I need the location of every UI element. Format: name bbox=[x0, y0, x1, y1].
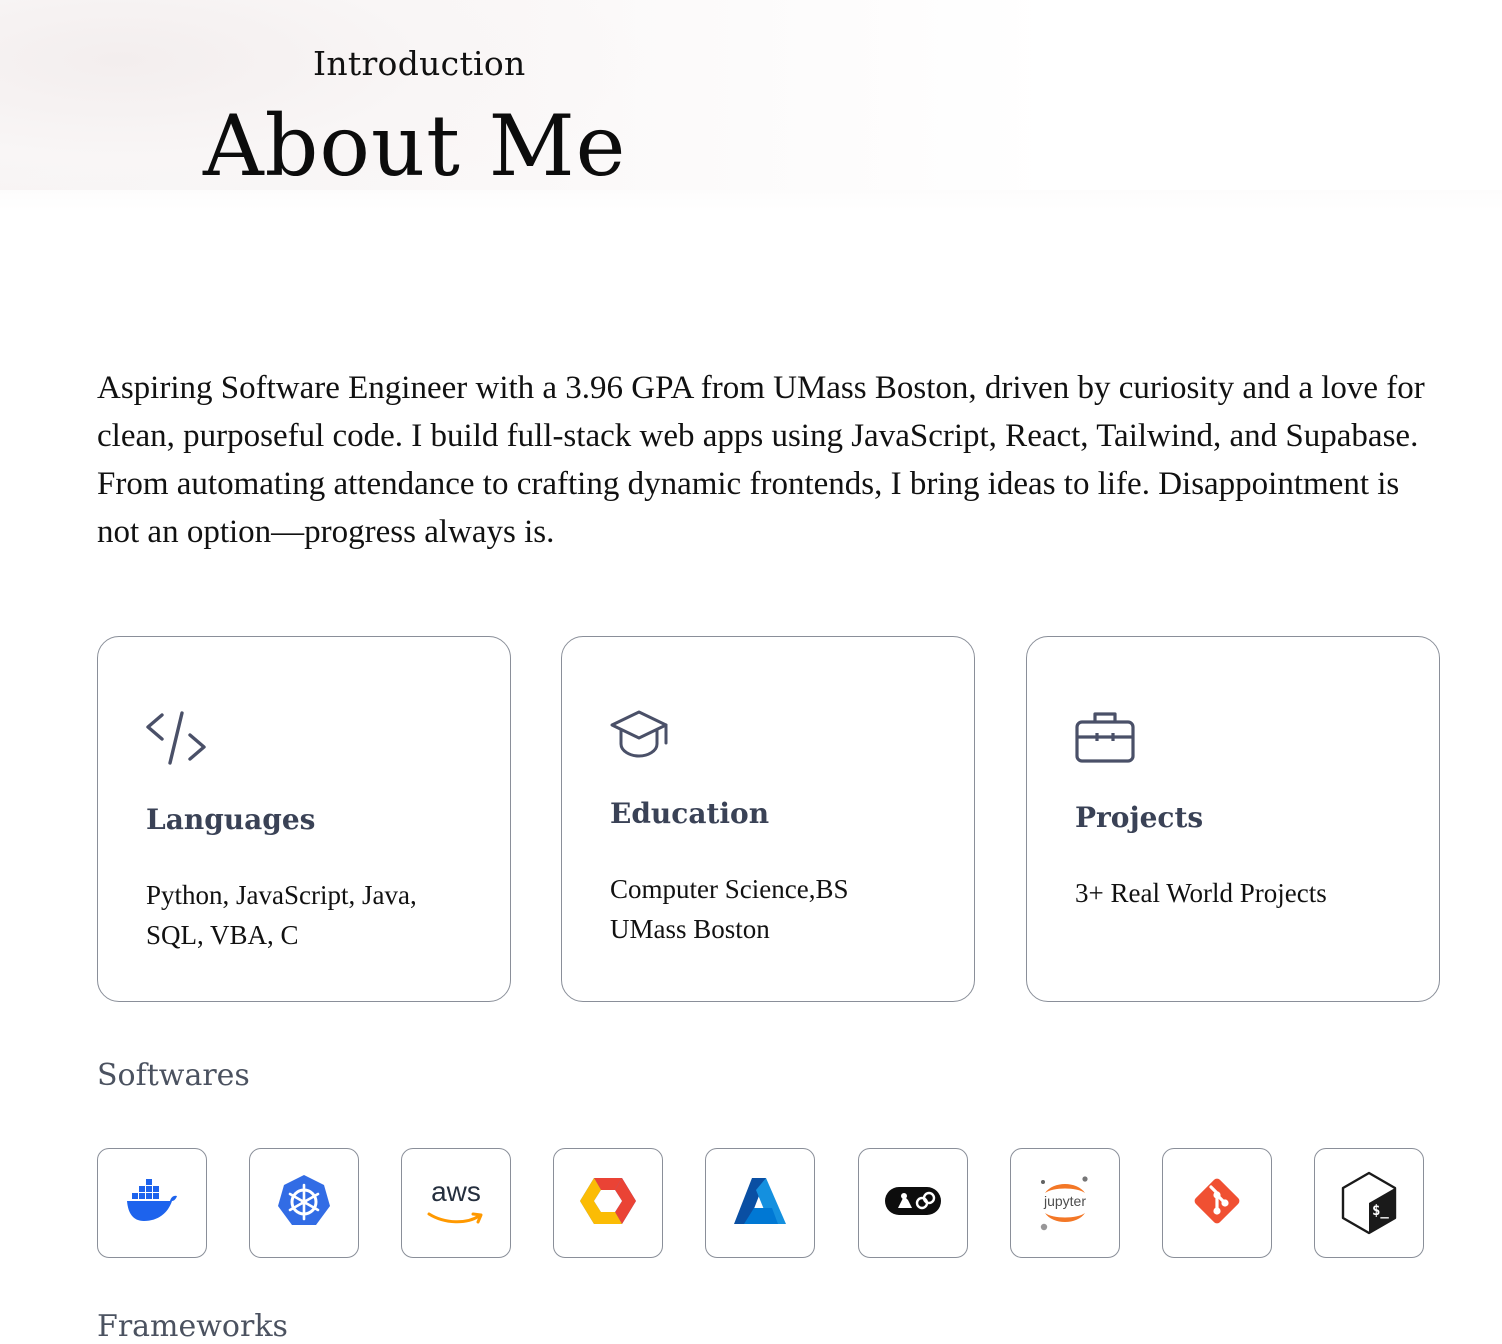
card-body-line: UMass Boston bbox=[610, 914, 770, 944]
languages-card: Languages Python, JavaScript, Java, SQL,… bbox=[97, 636, 511, 1002]
docker-icon bbox=[126, 1179, 178, 1227]
bash-icon: $_ bbox=[1341, 1171, 1397, 1235]
git-icon bbox=[1191, 1175, 1243, 1231]
projects-card: Projects 3+ Real World Projects bbox=[1026, 636, 1440, 1002]
briefcase-icon bbox=[1075, 709, 1135, 767]
software-tile-jupyter[interactable]: jupyter bbox=[1010, 1148, 1120, 1258]
software-tile-google-cloud[interactable] bbox=[553, 1148, 663, 1258]
softwares-heading: Softwares bbox=[97, 1058, 250, 1093]
card-title: Languages bbox=[146, 803, 316, 836]
bio-paragraph: Aspiring Software Engineer with a 3.96 G… bbox=[97, 370, 1425, 550]
software-tile-postman[interactable] bbox=[858, 1148, 968, 1258]
jupyter-icon: jupyter bbox=[1035, 1173, 1095, 1233]
card-body-line: Computer Science,BS bbox=[610, 874, 849, 904]
card-body: 3+ Real World Projects bbox=[1075, 873, 1405, 913]
aws-wordmark: aws bbox=[431, 1176, 481, 1207]
card-body: Python, JavaScript, Java, SQL, VBA, C bbox=[146, 875, 476, 955]
google-cloud-icon bbox=[580, 1176, 636, 1230]
graduation-cap-icon bbox=[610, 709, 668, 763]
card-body-line: 3+ Real World Projects bbox=[1075, 878, 1327, 908]
frameworks-heading: Frameworks bbox=[97, 1309, 288, 1344]
software-tile-bash[interactable]: $_ bbox=[1314, 1148, 1424, 1258]
postman-icon bbox=[884, 1186, 942, 1220]
jupyter-wordmark: jupyter bbox=[1043, 1193, 1087, 1209]
card-title: Projects bbox=[1075, 801, 1204, 834]
aws-icon: aws bbox=[425, 1176, 487, 1226]
azure-icon bbox=[732, 1176, 788, 1230]
software-tile-docker[interactable] bbox=[97, 1148, 207, 1258]
card-body-line: SQL, VBA, C bbox=[146, 920, 299, 950]
software-tile-aws[interactable]: aws bbox=[401, 1148, 511, 1258]
software-tile-git[interactable] bbox=[1162, 1148, 1272, 1258]
card-title: Education bbox=[610, 797, 770, 830]
software-tile-kubernetes[interactable] bbox=[249, 1148, 359, 1258]
bash-prompt: $_ bbox=[1372, 1203, 1389, 1219]
card-body: Computer Science,BS UMass Boston bbox=[610, 869, 940, 949]
section-eyebrow: Introduction bbox=[313, 44, 526, 83]
card-body-line: Python, JavaScript, Java, bbox=[146, 880, 417, 910]
code-icon bbox=[146, 709, 206, 771]
page-title: About Me bbox=[203, 97, 627, 195]
software-tile-azure[interactable] bbox=[705, 1148, 815, 1258]
kubernetes-icon bbox=[276, 1173, 332, 1233]
education-card: Education Computer Science,BS UMass Bost… bbox=[561, 636, 975, 1002]
